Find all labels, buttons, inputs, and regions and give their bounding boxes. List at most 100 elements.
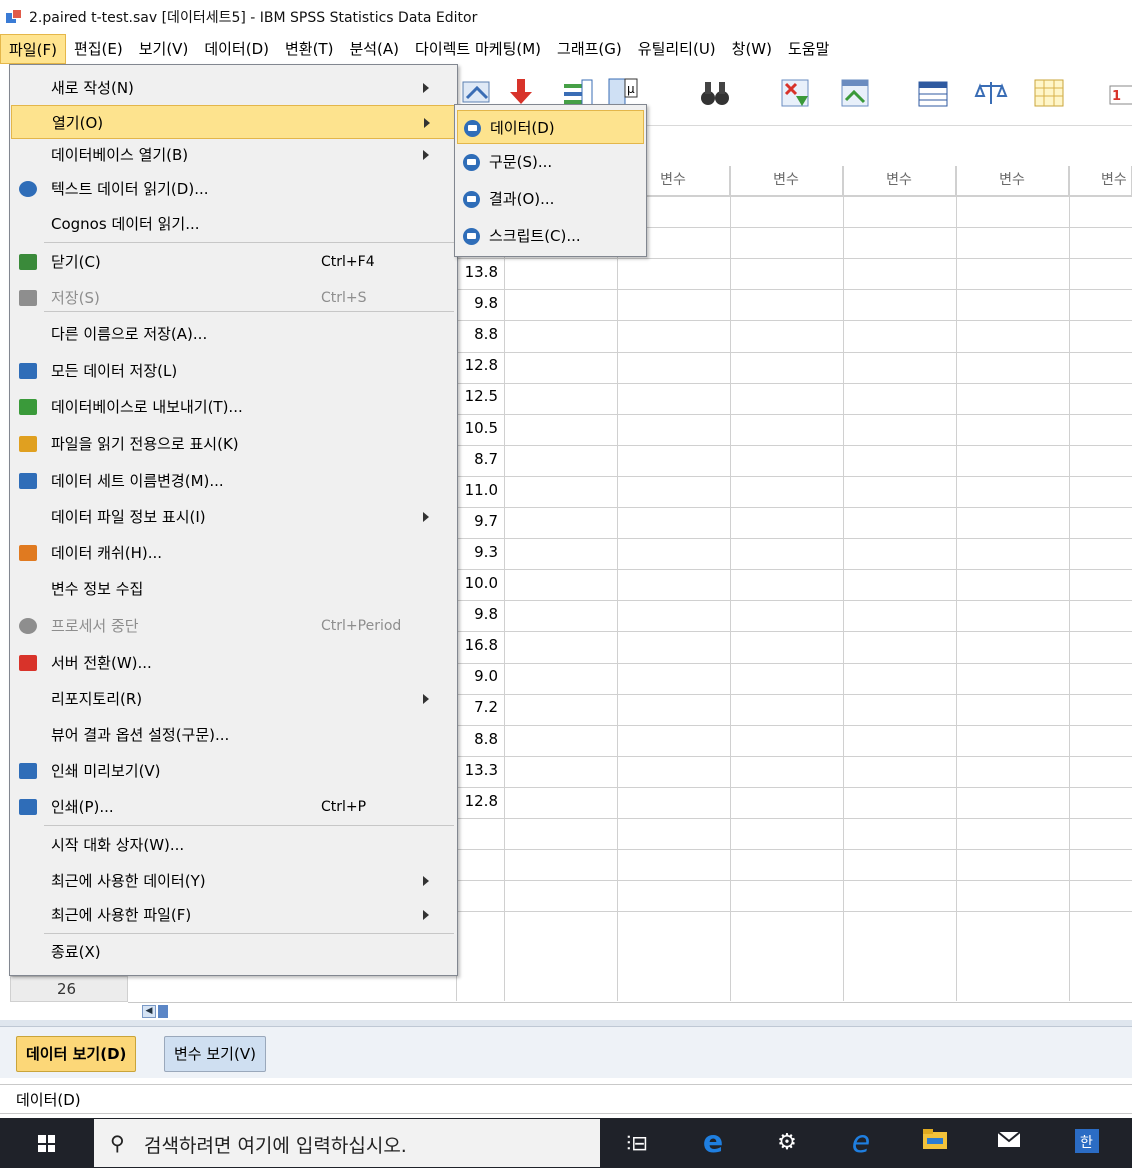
file-menu-item[interactable]: 닫기(C) Ctrl+F4 [11, 245, 456, 279]
data-cell[interactable]: 9.8 [456, 288, 502, 319]
insert-cases-icon[interactable] [778, 76, 812, 110]
file-menu-item-label: 새로 작성(N) [51, 78, 134, 97]
file-menu-item[interactable]: 뷰어 결과 옵션 설정(구문)... [11, 718, 456, 752]
data-cell[interactable]: 10.5 [456, 413, 502, 444]
file-menu-item[interactable]: 서버 전환(W)... [11, 646, 456, 680]
split-file-icon[interactable] [916, 76, 950, 110]
tab-data-view[interactable]: 데이터 보기(D) [16, 1036, 137, 1072]
menu-edit[interactable]: 편집(E) [66, 34, 131, 64]
data-cell[interactable]: 9.3 [456, 537, 502, 568]
mail-icon[interactable] [994, 1128, 1024, 1158]
file-menu-item[interactable]: 시작 대화 상자(W)... [11, 828, 456, 862]
shortcut-label: Ctrl+Period [321, 618, 402, 634]
column-header-var[interactable]: 변수 [1069, 166, 1132, 196]
file-menu-item[interactable]: 인쇄 미리보기(V) [11, 754, 456, 788]
data-cell[interactable]: 8.8 [456, 319, 502, 350]
settings-gear-icon[interactable]: ⚙ [772, 1128, 802, 1158]
menu-help[interactable]: 도움말 [780, 34, 837, 64]
weight-cases-icon[interactable] [974, 76, 1008, 110]
file-menu-item[interactable]: 최근에 사용한 데이터(Y) [11, 864, 456, 898]
file-menu-item[interactable]: 파일을 읽기 전용으로 표시(K) [11, 427, 456, 461]
data-cell[interactable]: 8.7 [456, 444, 502, 475]
menu-file[interactable]: 파일(F) [0, 34, 66, 64]
scroll-left-icon[interactable]: ◀ [142, 1005, 156, 1018]
data-cell[interactable]: 9.0 [456, 661, 502, 692]
open-submenu-item[interactable]: 구문(S)... [457, 145, 644, 179]
data-cell[interactable]: 9.7 [456, 506, 502, 537]
file-menu-item[interactable]: 종료(X) [11, 935, 456, 969]
grid-column-line [1069, 166, 1070, 1001]
file-menu-item[interactable]: 프로세서 중단 Ctrl+Period [11, 609, 456, 643]
file-menu-item-label: 뷰어 결과 옵션 설정(구문)... [51, 726, 230, 744]
data-cell[interactable]: 9.8 [456, 599, 502, 630]
select-cases-icon[interactable] [1032, 76, 1066, 110]
menu-window[interactable]: 창(W) [724, 34, 780, 64]
file-menu-item[interactable]: 데이터 파일 정보 표시(I) [11, 500, 456, 534]
scroll-thumb[interactable] [158, 1005, 168, 1018]
file-menu-item[interactable]: 데이터 캐쉬(H)... [11, 536, 456, 570]
submenu-arrow-icon [423, 82, 429, 93]
task-view-icon[interactable]: ⫶⊟ [622, 1128, 652, 1158]
text-data-icon [19, 181, 37, 197]
edge-browser-icon[interactable]: e [698, 1128, 728, 1158]
menu-view[interactable]: 보기(V) [131, 34, 197, 64]
file-menu-item[interactable]: 저장(S) Ctrl+S [11, 281, 456, 315]
submenu-arrow-icon [423, 910, 429, 920]
file-menu-item[interactable]: 데이터베이스 열기(B) [11, 138, 456, 172]
menu-utilities[interactable]: 유틸리티(U) [630, 34, 724, 64]
open-submenu-item[interactable]: 데이터(D) [457, 110, 644, 144]
open-submenu-item[interactable]: 스크립트(C)... [457, 219, 644, 253]
file-menu-item[interactable]: 모든 데이터 저장(L) [11, 354, 456, 388]
data-grid[interactable]: 변수 변수 변수 변수 변수 13.8 9.8 8.8 12.8 12.5 10.5 8.7… [456, 126, 1132, 1001]
grid-column-line [617, 166, 618, 1001]
file-menu-item[interactable]: 인쇄(P)... Ctrl+P [11, 790, 456, 824]
file-menu-item[interactable]: 새로 작성(N) [11, 71, 456, 105]
data-cell[interactable]: 8.8 [456, 724, 502, 755]
tab-variable-view[interactable]: 변수 보기(V) [164, 1036, 266, 1072]
file-menu-item[interactable]: 변수 정보 수집 [11, 572, 456, 606]
file-menu-item[interactable]: 다른 이름으로 저장(A)... [11, 317, 456, 351]
windows-start-icon[interactable] [38, 1135, 55, 1152]
readonly-icon [19, 436, 37, 452]
data-cell[interactable]: 16.8 [456, 630, 502, 661]
file-menu-item[interactable]: Cognos 데이터 읽기... [11, 207, 456, 241]
data-cell[interactable]: 11.0 [456, 475, 502, 506]
file-menu-item[interactable]: 열기(O) [11, 105, 456, 139]
horizontal-scrollbar[interactable]: ◀ [128, 1002, 1132, 1020]
hangul-app-icon[interactable]: 한 [1072, 1128, 1102, 1158]
menu-graphs[interactable]: 그래프(G) [549, 34, 630, 64]
menu-data[interactable]: 데이터(D) [196, 34, 277, 64]
column-header-var[interactable]: 변수 [730, 166, 843, 196]
data-cell[interactable]: 13.8 [456, 257, 502, 288]
row-number-26[interactable]: 26 [10, 976, 128, 1002]
file-menu-item[interactable]: 최근에 사용한 파일(F) [11, 898, 456, 932]
cache-icon [19, 545, 37, 561]
value-labels-icon[interactable]: 1 [1104, 76, 1132, 110]
data-cell[interactable]: 7.2 [456, 692, 502, 723]
file-menu-item[interactable]: 텍스트 데이터 읽기(D)... [11, 172, 456, 206]
file-menu-item[interactable]: 데이터 세트 이름변경(M)... [11, 464, 456, 498]
file-menu-item-label: 닫기(C) [51, 253, 101, 271]
file-menu-item[interactable]: 데이터베이스로 내보내기(T)... [11, 390, 456, 424]
data-cell[interactable]: 10.0 [456, 568, 502, 599]
grid-row-line [456, 289, 1132, 291]
find-binoculars-icon[interactable] [698, 76, 732, 110]
window-title: 2.paired t-test.sav [데이터세트5] - IBM SPSS … [29, 10, 478, 26]
menu-transform[interactable]: 변환(T) [277, 34, 341, 64]
column-header-var[interactable]: 변수 [843, 166, 956, 196]
data-cell[interactable]: 12.8 [456, 350, 502, 381]
file-menu-item-label: 인쇄(P)... [51, 798, 114, 816]
file-menu-item[interactable]: 리포지토리(R) [11, 682, 456, 716]
insert-variable-icon[interactable] [838, 76, 872, 110]
open-submenu-item[interactable]: 결과(O)... [457, 182, 644, 216]
file-explorer-icon[interactable] [920, 1128, 950, 1158]
menu-analyze[interactable]: 분석(A) [341, 34, 407, 64]
column-header-var[interactable]: 변수 [956, 166, 1069, 196]
menu-direct-marketing[interactable]: 다이렉트 마케팅(M) [407, 34, 549, 64]
data-cell[interactable]: 13.3 [456, 755, 502, 786]
rename-dataset-icon [19, 473, 37, 489]
internet-explorer-icon[interactable]: e [846, 1128, 876, 1158]
data-cell[interactable]: 12.8 [456, 786, 502, 817]
taskbar-search-box[interactable]: ⚲ 검색하려면 여기에 입력하십시오. [94, 1119, 600, 1167]
data-cell[interactable]: 12.5 [456, 381, 502, 412]
